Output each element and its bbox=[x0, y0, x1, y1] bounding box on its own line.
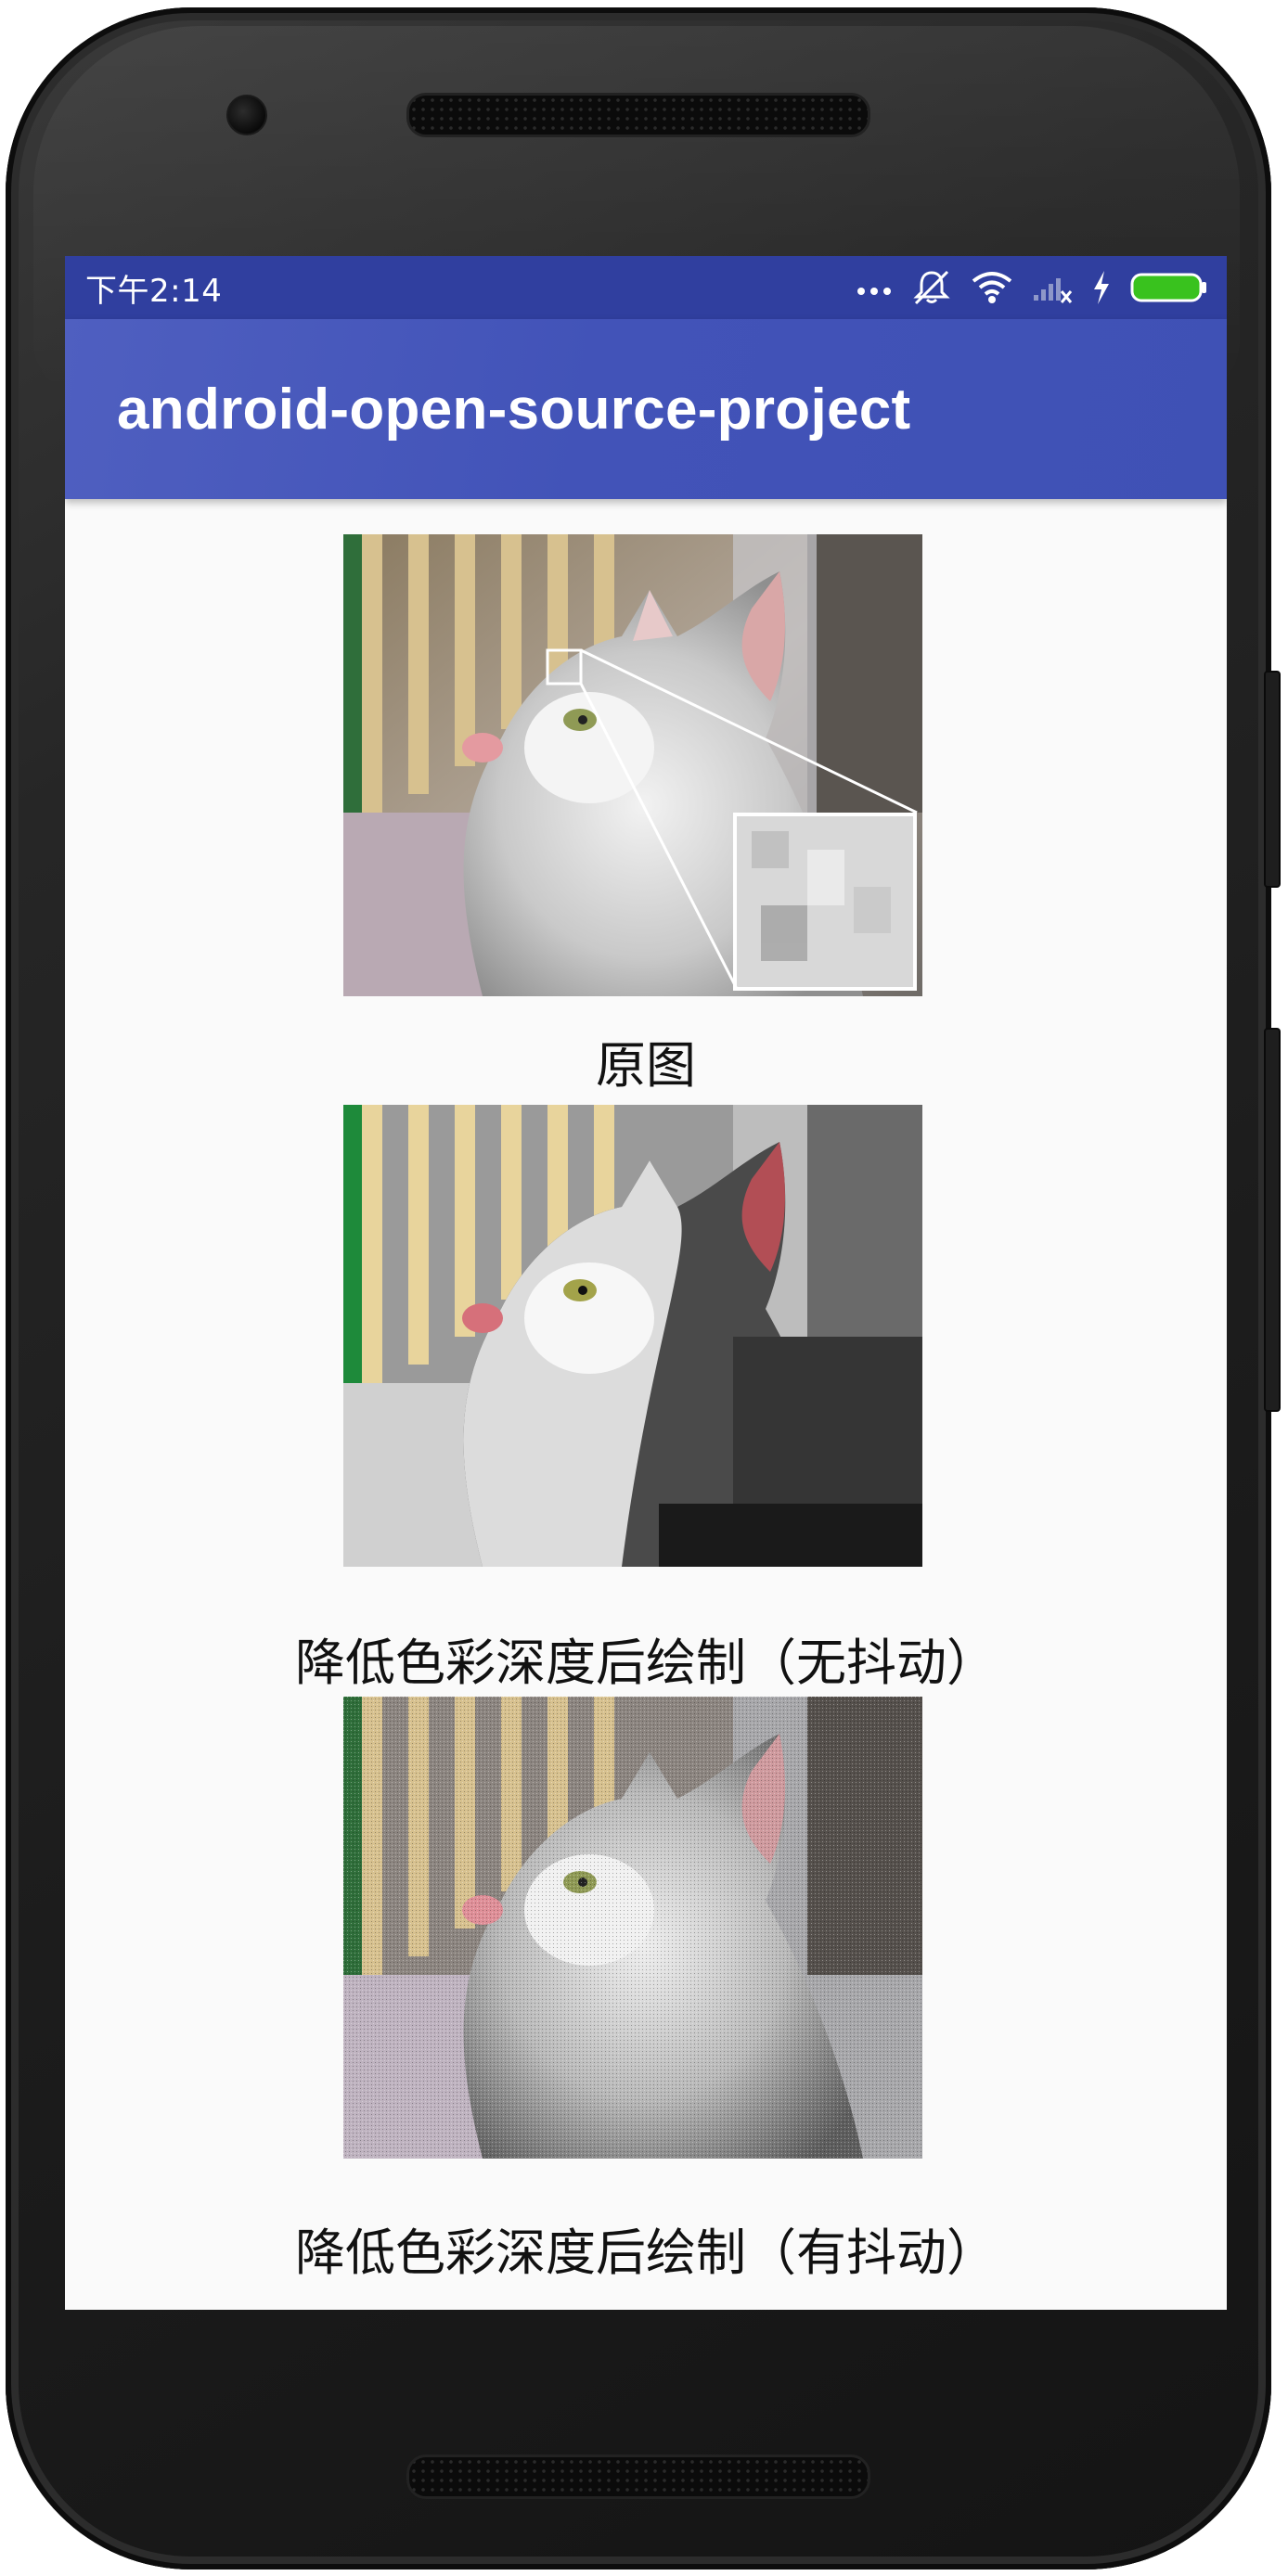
caption-reduced-dither: 降低色彩深度后绘制（有抖动） bbox=[295, 2224, 997, 2282]
earpiece-speaker bbox=[406, 93, 870, 137]
wifi-icon bbox=[971, 271, 1013, 304]
original-cat-image bbox=[343, 534, 922, 996]
app-bar: android-open-source-project bbox=[65, 319, 1227, 499]
bottom-speaker bbox=[406, 2454, 870, 2499]
volume-button[interactable] bbox=[1264, 671, 1281, 888]
vibrate-mute-icon bbox=[911, 269, 952, 306]
app-title: android-open-source-project bbox=[117, 378, 911, 442]
reduced-no-dither-cat-image bbox=[343, 1105, 922, 1567]
more-dots-icon bbox=[856, 278, 893, 297]
reduced-dither-cat-image bbox=[343, 1697, 922, 2159]
caption-reduced-no-dither: 降低色彩深度后绘制（无抖动） bbox=[295, 1634, 997, 1692]
status-bar: 下午2:14 bbox=[65, 256, 1227, 319]
power-button[interactable] bbox=[1264, 1028, 1281, 1412]
battery-icon bbox=[1130, 271, 1208, 304]
status-time: 下午2:14 bbox=[85, 272, 223, 310]
device-screen: 下午2:14 android-open-source-project 原图 降低… bbox=[65, 256, 1227, 2310]
charging-bolt-icon bbox=[1091, 269, 1112, 306]
caption-original: 原图 bbox=[596, 1036, 696, 1095]
phone-frame: 下午2:14 android-open-source-project 原图 降低… bbox=[6, 7, 1281, 2570]
status-icons bbox=[856, 256, 1208, 319]
front-camera bbox=[226, 95, 267, 135]
signal-icon bbox=[1032, 271, 1073, 304]
